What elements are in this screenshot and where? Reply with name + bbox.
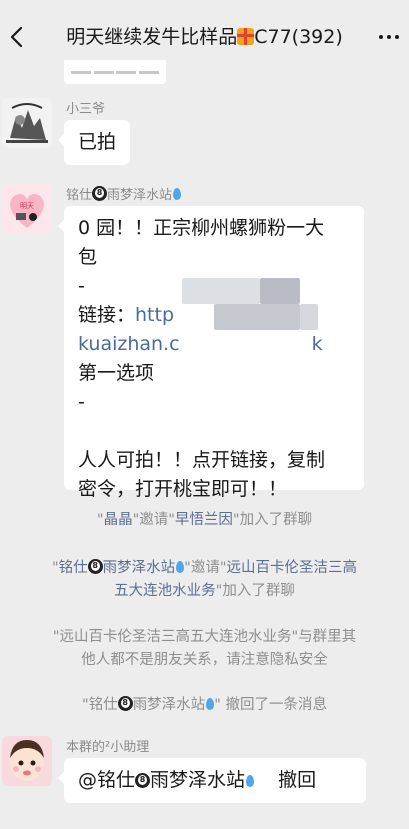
more-options-icon[interactable] bbox=[375, 22, 403, 52]
blurred-link-region bbox=[300, 304, 318, 330]
water-drop-icon bbox=[176, 561, 185, 573]
chat-area[interactable]: 小三爷 已拍 明天 铭仕雨梦泽水站 0 园！！正宗柳州螺狮粉一大 包 - 链接：… bbox=[0, 56, 409, 829]
previous-message-card-edge[interactable] bbox=[64, 60, 166, 84]
user-link[interactable]: 铭仕雨梦泽水站 bbox=[59, 559, 185, 576]
link-text[interactable]: http bbox=[135, 304, 174, 326]
sender-name: 小三爷 bbox=[66, 102, 106, 117]
billiard-ball-icon bbox=[117, 696, 133, 711]
billiard-ball-icon bbox=[87, 559, 103, 574]
message-bubble[interactable]: 0 园！！正宗柳州螺狮粉一大 包 - 链接：http kuaizhan.c k 第… bbox=[58, 206, 364, 500]
mention[interactable]: @铭仕雨梦泽水站 bbox=[78, 769, 255, 791]
blurred-link-region bbox=[214, 304, 300, 330]
message-bubble[interactable]: 已拍 bbox=[57, 120, 131, 165]
chat-title: 明天继续发牛比样品 C77(392) bbox=[66, 26, 343, 48]
user-link[interactable]: 晶晶 bbox=[104, 512, 133, 528]
message-text: 已拍 bbox=[78, 131, 117, 153]
message-line: 第一选项 bbox=[78, 362, 155, 384]
user-link[interactable]: 远山百卡伦圣洁三高 bbox=[227, 560, 358, 576]
blurred-link-region bbox=[182, 278, 260, 304]
message-line: - bbox=[78, 391, 85, 413]
back-arrow-icon[interactable] bbox=[6, 22, 28, 52]
recall-notice: "铭仕雨梦泽水站" 撤回了一条消息 bbox=[20, 694, 389, 717]
privacy-notice: "远山百卡伦圣洁三高五大连池水业务"与群里其 他人都不是朋友关系，请注意隐私安全 bbox=[52, 629, 357, 668]
user-link[interactable]: 五大连池水业务 bbox=[114, 583, 216, 599]
water-drop-icon bbox=[206, 698, 215, 710]
user-link[interactable]: 早悟兰因 bbox=[175, 512, 233, 528]
link-text[interactable]: kuaizhan.c bbox=[78, 333, 180, 355]
message-line: 0 园！！正宗柳州螺狮粉一大 bbox=[78, 217, 325, 239]
message-bubble[interactable]: @铭仕雨梦泽水站 撤回 bbox=[58, 758, 366, 803]
message-line: 人人可拍！！点开链接，复制 bbox=[78, 449, 326, 471]
billiard-ball-icon bbox=[92, 186, 108, 201]
billiard-ball-icon bbox=[135, 773, 151, 788]
sender-name: 本群的²小助理 bbox=[66, 740, 150, 755]
message-line: 包 bbox=[78, 246, 98, 268]
gift-icon bbox=[237, 28, 255, 45]
message-line: 密令，打开桃宝即可！！ bbox=[78, 478, 288, 500]
water-drop-icon bbox=[246, 775, 255, 787]
sender-name: 铭仕雨梦泽水站 bbox=[66, 184, 182, 203]
system-notice: "铭仕雨梦泽水站"邀请"远山百卡伦圣洁三高五大连池水业务"加入了群聊 bbox=[20, 557, 389, 603]
system-notice: "晶晶"邀请"早悟兰因"加入了群聊 bbox=[96, 512, 313, 528]
avatar[interactable] bbox=[2, 736, 52, 786]
svg-text:明天: 明天 bbox=[20, 202, 34, 210]
avatar[interactable] bbox=[2, 98, 52, 148]
blurred-link-region bbox=[260, 278, 300, 304]
avatar[interactable]: 明天 bbox=[2, 184, 52, 234]
water-drop-icon bbox=[173, 188, 182, 200]
message-text: 撤回 bbox=[278, 769, 317, 791]
message-line: kuaizhan.c k bbox=[78, 333, 323, 355]
